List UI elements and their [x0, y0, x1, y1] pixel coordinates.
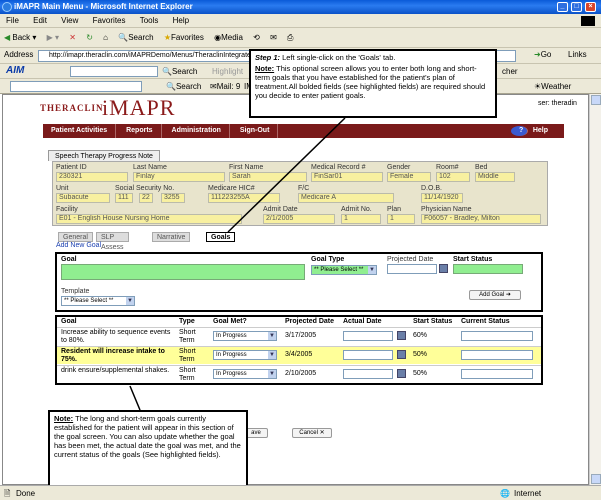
status-text: Done	[16, 489, 36, 498]
globe-icon: 🌐	[500, 489, 510, 498]
instruction-callout-step1: Step 1: Left single-click on the 'Goals'…	[249, 49, 497, 118]
instruction-callout-note: Note: The long and short-term goals curr…	[48, 410, 248, 487]
status-bar: 🗎 Done 🌐 Internet	[0, 485, 601, 500]
zone-label: Internet	[514, 489, 542, 498]
page-icon: 🗎	[4, 489, 11, 498]
